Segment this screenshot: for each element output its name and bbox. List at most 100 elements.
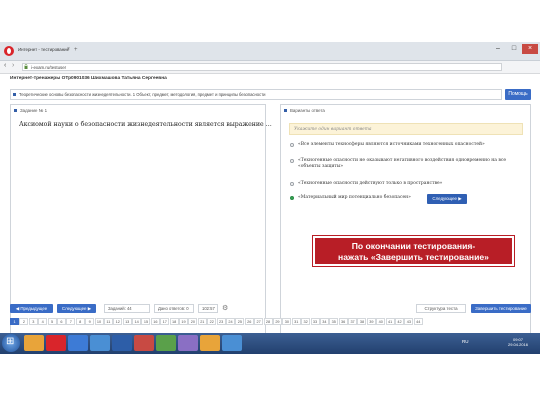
page-number-button[interactable]: 33 [310,318,320,325]
answer-option-3[interactable]: «Техногенные опасности действуют только … [298,181,523,187]
powerpoint-taskbar-icon[interactable] [134,335,154,351]
answer-hint: Укажите один вариант ответа [289,123,523,135]
tray-clock[interactable]: 09:07 29.04.2016 [508,337,528,347]
page-number-button[interactable]: 25 [235,318,245,325]
test-structure-button[interactable]: Структура теста [416,304,466,313]
page-number-button[interactable]: 9 [85,318,95,325]
page-number-button[interactable]: 17 [160,318,170,325]
window-maximize-button[interactable]: □ [506,44,522,54]
answers-bullet-icon [284,109,287,112]
chrome-taskbar-icon[interactable] [90,335,110,351]
answer-panel [280,104,531,336]
next-button[interactable]: Следующее ▶ [57,304,96,313]
page-number-button[interactable]: 36 [338,318,348,325]
topic-text: Теоретические основы безопасности жизнед… [19,92,266,97]
ie-taskbar-icon[interactable] [68,335,88,351]
answer-radio-3[interactable] [290,182,294,186]
player-taskbar-icon[interactable] [222,335,242,351]
help-button[interactable]: Помощь [505,89,531,100]
page-number-button[interactable]: 24 [225,318,235,325]
page-number-button[interactable]: 16 [150,318,160,325]
browser-tab-title[interactable]: Интернет - тестирование [18,47,69,52]
forward-arrow-icon[interactable]: › [12,62,14,69]
page-number-button[interactable]: 14 [132,318,142,325]
page-number-button[interactable]: 39 [366,318,376,325]
page-header-title: Интернет-тренажеры ОТр0901036 Шихмашова … [10,76,167,81]
url-field[interactable]: i-exam.ru/testuser [22,63,502,71]
page-number-button[interactable]: 10 [94,318,104,325]
page-number-button[interactable]: 32 [301,318,311,325]
page-number-button[interactable]: 6 [56,318,66,325]
window-minimize-button[interactable]: – [490,44,506,54]
page-number-button[interactable]: 13 [122,318,132,325]
page-number-button[interactable]: 27 [254,318,264,325]
answers-header: Варианты ответа [290,108,325,113]
overlay-line-2: нажать «Завершить тестирование» [338,252,489,262]
page-number-button[interactable]: 40 [376,318,386,325]
instruction-overlay: По окончании тестирования- нажать «Завер… [312,235,515,267]
page-number-button[interactable]: 5 [47,318,57,325]
answer-option-2[interactable]: «Техногенные опасности не оказывают нега… [298,158,523,170]
page-number-button[interactable]: 28 [263,318,273,325]
page-number-button[interactable]: 11 [103,318,113,325]
excel-taskbar-icon[interactable] [156,335,176,351]
screen: Интернет - тестирование × + – □ × ‹ › i-… [0,42,540,354]
url-text: i-exam.ru/testuser [31,65,67,70]
page-number-button[interactable]: 1 [10,318,19,325]
page-number-button[interactable]: 30 [282,318,292,325]
page-number-button[interactable]: 26 [244,318,254,325]
new-tab-icon[interactable]: + [74,46,84,54]
page-number-button[interactable]: 8 [75,318,85,325]
finish-test-button[interactable]: Завершить тестирование [471,304,531,313]
word-taskbar-icon[interactable] [112,335,132,351]
gear-icon[interactable]: ⚙ [222,305,229,312]
page-number-button[interactable]: 35 [329,318,339,325]
page-number-button[interactable]: 43 [404,318,414,325]
page-number-button[interactable]: 34 [319,318,329,325]
overlay-line-1: По окончании тестирования- [351,241,476,251]
tray-language[interactable]: RU [462,339,469,344]
page-number-button[interactable]: 12 [113,318,123,325]
back-arrow-icon[interactable]: ‹ [4,62,6,69]
page-number-button[interactable]: 44 [413,318,423,325]
page-number-button[interactable]: 21 [197,318,207,325]
tasks-count-field: Заданий: 44 [104,304,150,313]
folder-taskbar-icon[interactable] [200,335,220,351]
page-number-button[interactable]: 3 [28,318,38,325]
page-number-button[interactable]: 38 [357,318,367,325]
topic-bullet-icon [13,93,16,96]
page-number-button[interactable]: 31 [291,318,301,325]
lock-icon [24,64,28,69]
page-number-button[interactable]: 37 [348,318,358,325]
page-number-button[interactable]: 18 [169,318,179,325]
page-number-button[interactable]: 42 [395,318,405,325]
page-number-button[interactable]: 19 [179,318,189,325]
answered-count-field: Дано ответов: 0 [154,304,194,313]
page-number-button[interactable]: 22 [207,318,217,325]
answer-option-1[interactable]: «Все элементы техносферы являются источн… [298,142,523,148]
timer-field: 102:57 [198,304,218,313]
app-taskbar-icon[interactable] [178,335,198,351]
question-panel [10,104,266,336]
tray-date: 29.04.2016 [508,342,529,347]
next-inline-button[interactable]: Следующее ▶ [427,194,467,204]
answer-radio-4[interactable] [290,196,294,200]
page-number-button[interactable]: 2 [19,318,29,325]
tab-close-icon[interactable]: × [67,46,70,52]
window-close-button[interactable]: × [522,44,538,54]
answer-radio-1[interactable] [290,143,294,147]
page-number-button[interactable]: 7 [66,318,76,325]
page-number-button[interactable]: 15 [141,318,151,325]
opera-taskbar-icon[interactable] [46,335,66,351]
page-number-button[interactable]: 41 [385,318,395,325]
answer-radio-2[interactable] [290,159,294,163]
page-number-button[interactable]: 20 [188,318,198,325]
question-pagination: 1 2 3 4 5 6 7 8 9 10 11 12 13 14 15 16 17 18 19 20 21 22 23 24 2… [10,318,430,327]
page-number-button[interactable]: 23 [216,318,226,325]
explorer-taskbar-icon[interactable] [24,335,44,351]
page-number-button[interactable]: 4 [38,318,48,325]
start-button[interactable] [2,334,20,352]
question-text: Аксиомой науки о безопасности жизнедеяте… [19,121,272,128]
previous-button[interactable]: ◀ Предыдущее [10,304,53,313]
page-number-button[interactable]: 29 [272,318,282,325]
